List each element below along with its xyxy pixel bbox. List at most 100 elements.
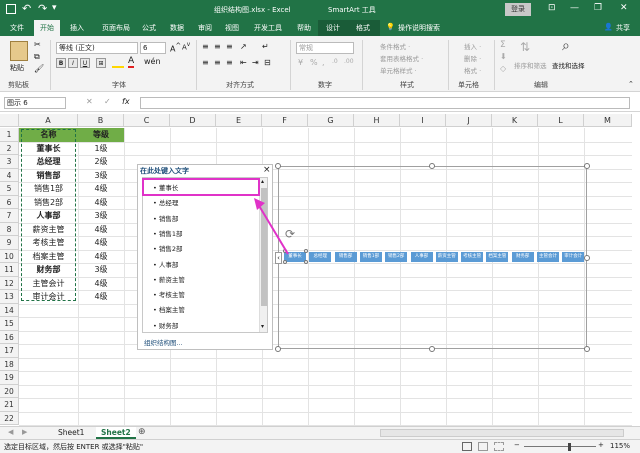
row-header[interactable]: 7	[0, 209, 19, 223]
smartart-shape[interactable]: 销售2部	[385, 252, 408, 262]
sort-filter-icon[interactable]: ⇅	[520, 40, 530, 54]
table-cell[interactable]: 4级	[78, 182, 124, 196]
underline-button[interactable]: U	[80, 58, 90, 68]
row-header[interactable]: 3	[0, 155, 19, 169]
fill-color-icon[interactable]	[112, 58, 124, 68]
column-header[interactable]: J	[446, 114, 492, 127]
table-cell[interactable]: 4级	[78, 236, 124, 250]
delete-cells-button[interactable]: 删除 ·	[464, 53, 481, 63]
table-cell[interactable]: 4级	[78, 196, 124, 210]
row-header[interactable]: 22	[0, 411, 19, 425]
page-break-view-icon[interactable]	[494, 442, 504, 451]
next-sheet-icon[interactable]: ▶	[22, 428, 27, 436]
restore-button[interactable]: ❐	[594, 3, 602, 13]
scroll-up-icon[interactable]: ▴	[261, 178, 264, 185]
cut-icon[interactable]: ✂	[34, 40, 41, 49]
orientation-icon[interactable]: ↗	[240, 42, 247, 51]
zoom-slider-thumb[interactable]	[568, 443, 571, 451]
smartart-shape[interactable]: 薪资主管	[435, 252, 458, 262]
table-cell[interactable]: 2级	[78, 155, 124, 169]
save-icon[interactable]	[6, 4, 16, 14]
text-pane-item[interactable]: • 销售部	[153, 213, 178, 223]
text-pane-item[interactable]: • 总经理	[153, 197, 178, 207]
resize-handle[interactable]	[275, 163, 281, 169]
row-header[interactable]: 8	[0, 222, 19, 236]
italic-button[interactable]: I	[68, 58, 78, 68]
tab-developer[interactable]: 开发工具	[254, 23, 282, 33]
text-pane-item[interactable]: • 档案主管	[153, 304, 185, 314]
column-header[interactable]: K	[492, 114, 538, 127]
row-header[interactable]: 18	[0, 357, 19, 371]
column-header[interactable]: E	[216, 114, 262, 127]
decrease-decimal-icon[interactable]: .00	[344, 58, 354, 65]
column-header[interactable]: A	[19, 114, 78, 127]
copy-icon[interactable]: ⧉	[34, 52, 40, 62]
row-header[interactable]: 16	[0, 330, 19, 344]
zoom-in-button[interactable]: +	[598, 441, 604, 449]
resize-handle[interactable]	[584, 255, 590, 261]
row-header[interactable]: 1	[0, 128, 19, 142]
font-size-select[interactable]: 6	[140, 42, 166, 54]
undo-icon[interactable]: ↶	[22, 2, 31, 15]
smartart-shape[interactable]: 人事部	[410, 252, 433, 262]
smartart-shape[interactable]: 财务部	[511, 252, 534, 262]
text-pane-item[interactable]: • 销售2部	[153, 243, 183, 253]
prev-sheet-icon[interactable]: ◀	[8, 428, 13, 436]
resize-handle[interactable]	[429, 346, 435, 352]
minimize-button[interactable]: —	[570, 3, 579, 13]
customize-qat-icon[interactable]: ▾	[52, 3, 57, 13]
column-header[interactable]: G	[308, 114, 354, 127]
table-format-button[interactable]: 套用表格格式 ·	[380, 53, 423, 63]
shape-resize-handle[interactable]	[304, 249, 308, 253]
resize-handle[interactable]	[584, 346, 590, 352]
add-sheet-button[interactable]: ⊕	[138, 427, 146, 437]
table-cell[interactable]: 4级	[78, 250, 124, 264]
normal-view-icon[interactable]	[462, 442, 472, 451]
column-header[interactable]: D	[170, 114, 216, 127]
increase-indent-icon[interactable]: ⇥	[252, 58, 259, 67]
collapse-ribbon-icon[interactable]: ⌃	[628, 80, 634, 88]
clear-icon[interactable]: ◇	[500, 64, 506, 73]
increase-decimal-icon[interactable]: .0	[332, 58, 338, 65]
redo-icon[interactable]: ↷	[38, 2, 47, 15]
text-pane-item[interactable]: • 财务部	[153, 320, 178, 330]
column-header[interactable]: I	[400, 114, 446, 127]
tell-me-search[interactable]: 操作说明搜索	[398, 23, 440, 33]
shape-resize-handle[interactable]	[304, 260, 308, 264]
table-cell[interactable]: 3级	[78, 209, 124, 223]
number-format-select[interactable]: 常规	[296, 42, 354, 54]
font-color-icon[interactable]: A	[128, 57, 135, 68]
horizontal-scrollbar[interactable]	[380, 429, 624, 437]
insert-cells-button[interactable]: 插入 ·	[464, 41, 481, 51]
function-icon[interactable]: fx	[122, 97, 130, 106]
merge-center-icon[interactable]: ⊟	[264, 58, 271, 67]
smartart-shape[interactable]: 销售1部	[359, 252, 382, 262]
tab-formulas[interactable]: 公式	[142, 23, 156, 33]
font-name-select[interactable]: 等线 (正文)	[56, 42, 138, 54]
tab-insert[interactable]: 插入	[70, 23, 84, 33]
text-pane-close-button[interactable]: ×	[263, 165, 271, 175]
column-header[interactable]: L	[538, 114, 584, 127]
column-header[interactable]: B	[78, 114, 124, 127]
column-header[interactable]: F	[262, 114, 308, 127]
table-cell[interactable]: 1级	[78, 142, 124, 156]
row-header[interactable]: 21	[0, 398, 19, 412]
sheet-tab-active[interactable]: Sheet2	[96, 427, 136, 439]
percent-icon[interactable]: %	[310, 58, 318, 67]
row-header[interactable]: 11	[0, 263, 19, 277]
tab-view[interactable]: 视图	[225, 23, 239, 33]
smartart-shape[interactable]: 主管会计	[537, 252, 559, 262]
row-header[interactable]: 20	[0, 384, 19, 398]
table-cell[interactable]: 4级	[78, 290, 124, 304]
tab-file[interactable]: 文件	[10, 23, 24, 33]
text-pane-item[interactable]: • 考核主管	[153, 289, 185, 299]
name-box[interactable]: 图示 6	[4, 97, 66, 109]
row-header[interactable]: 10	[0, 249, 19, 263]
comma-style-icon[interactable]: ,	[322, 58, 325, 67]
tab-design[interactable]: 设计	[326, 23, 340, 33]
sort-filter-button[interactable]: 排序和筛选	[514, 60, 547, 70]
paste-icon[interactable]	[10, 41, 28, 61]
decrease-indent-icon[interactable]: ⇤	[240, 58, 247, 67]
align-middle-icon[interactable]: ≡	[214, 42, 221, 51]
row-header[interactable]: 5	[0, 182, 19, 196]
